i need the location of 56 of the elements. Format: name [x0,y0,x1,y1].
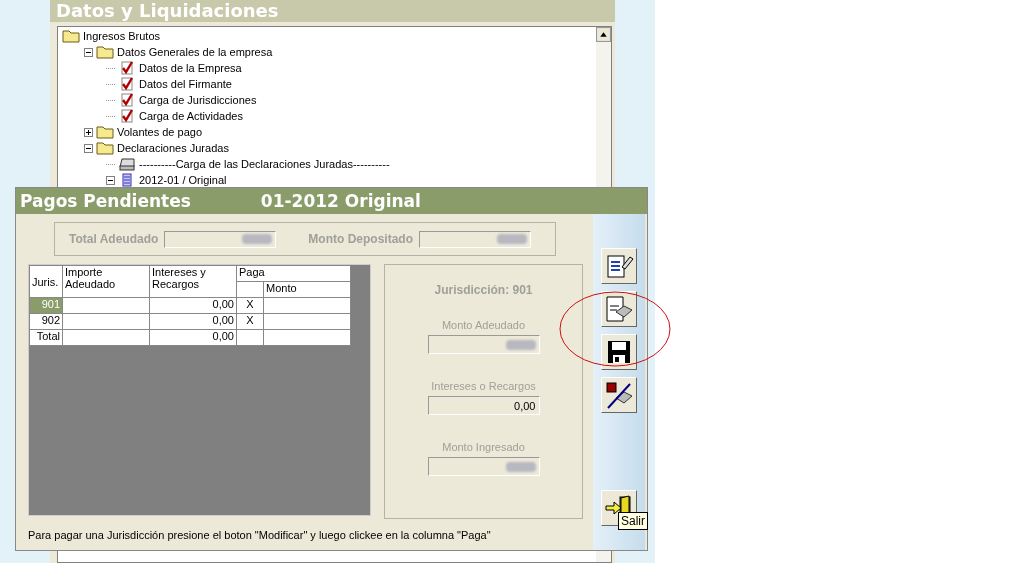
expander-icon[interactable] [84,47,93,57]
amount-field[interactable] [419,230,531,248]
tree-item[interactable]: Carga de Actividades [139,110,243,122]
checked-document-icon [118,93,136,107]
field-label: Intereses o Recargos [431,380,536,392]
folder-icon [96,125,114,139]
window-title: Datos y Liquidaciones [50,0,615,22]
tree-item[interactable]: Volantes de pago [117,126,203,138]
tree-item[interactable]: Carga de Jurisdicciones [139,94,257,106]
total-label: Monto Depositado [308,232,413,246]
tree-item[interactable]: Declaraciones Juradas [117,142,229,154]
column-header: Paga [236,265,351,282]
scroll-up-icon[interactable] [596,27,611,42]
tree-item[interactable]: ----------Carga de las Declaraciones Juradas---------- [139,158,390,170]
table-cell[interactable]: Total [29,329,63,346]
edit-document-button[interactable] [601,248,637,284]
field-label: Monto Adeudado [441,319,526,331]
tree-item[interactable]: Datos Generales de la empresa [117,46,273,58]
tree-item[interactable]: Datos del Firmante [139,78,232,90]
field-label: Monto Ingresado [442,441,525,453]
tray-icon [118,157,136,171]
table-cell[interactable]: 902 [29,313,63,330]
tree-item[interactable]: Datos de la Empresa [139,62,242,74]
amount-field[interactable] [427,335,540,354]
printer-icon [604,294,634,324]
column-header: Intereses y Recargos [149,265,237,298]
amount-field[interactable] [164,230,277,248]
printer-button[interactable] [601,291,637,327]
folder-icon [62,29,80,43]
column-header: Juris. [29,265,63,298]
dialog-title: Pagos Pendientes [20,191,191,211]
total-label: Total Adeudado [69,232,159,246]
tree-item[interactable]: 2012-01 / Original [139,174,227,186]
table-cell: 0,00 [149,329,237,346]
printer-crossed-button[interactable] [601,377,637,413]
save-button[interactable] [601,334,637,370]
expander-icon[interactable] [106,175,115,185]
hint-text: Para pagar una Jurisdicción presione el boton "Modificar" y luego clickee en la columna "Paga" [28,529,492,541]
folder-icon [96,141,114,155]
folder-icon [96,45,114,59]
tree-item[interactable]: Ingresos Brutos [83,30,161,42]
checked-document-icon [118,109,136,123]
column-header: Monto [263,281,351,298]
checked-document-icon [118,77,136,91]
detail-title: Jurisdicción: 901 [434,283,533,297]
checked-document-icon [118,61,136,75]
table-cell: 0,00 [149,313,237,330]
amount-field[interactable]: 0,00 [427,396,540,415]
expander-icon[interactable] [84,143,93,153]
printer-crossed-icon [604,380,634,410]
amount-field[interactable] [427,457,540,476]
table-cell: 0,00 [149,297,237,314]
period-title: 01-2012 Original [260,191,421,211]
tooltip: Salir [618,512,648,530]
column-header: Importe Adeudado [62,265,150,298]
expander-icon[interactable] [84,127,93,137]
